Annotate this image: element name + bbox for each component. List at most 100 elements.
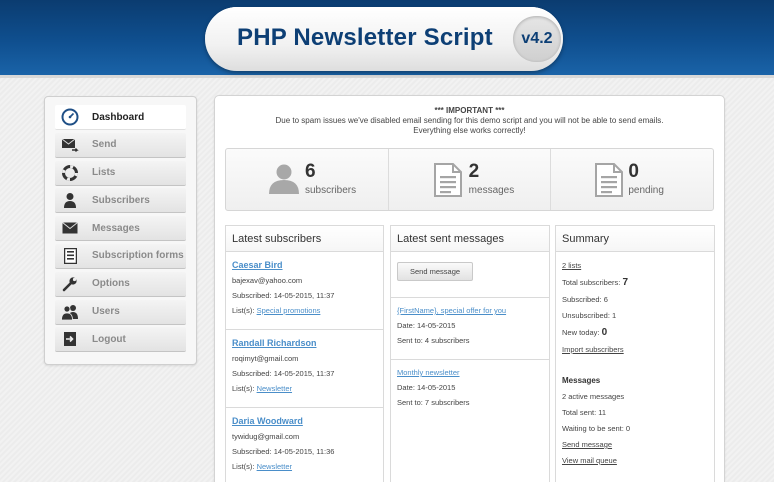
sidebar-item-label: Options	[92, 278, 130, 290]
sidebar-item-label: Lists	[92, 167, 116, 179]
sidebar-item-options[interactable]: Options	[55, 271, 186, 297]
list-link[interactable]: Newsletter	[257, 384, 292, 393]
stat-messages[interactable]: 2 messages	[389, 149, 552, 210]
lifebuoy-icon	[55, 160, 85, 185]
notice-line: Due to spam issues we've disabled email …	[275, 116, 664, 125]
sidebar: Dashboard Send Lists Subscribers Message…	[44, 96, 197, 365]
sidebar-item-users[interactable]: Users	[55, 299, 186, 325]
notice-title: *** IMPORTANT ***	[434, 106, 505, 115]
subscriber-lists: List(s): Special promotions	[232, 306, 377, 315]
summary-panel: Summary 2 lists Total subscribers: 7 Sub…	[555, 225, 715, 482]
panel-title: Summary	[556, 226, 714, 252]
sidebar-item-subscription-forms[interactable]: Subscription forms	[55, 243, 186, 269]
document-icon	[433, 163, 462, 202]
subscribed-date: Subscribed: 14-05-2015, 11:37	[232, 369, 335, 378]
waiting-to-be-sent: Waiting to be sent: 0	[562, 424, 631, 433]
list-link[interactable]: Newsletter	[257, 462, 292, 471]
stat-pending[interactable]: 0 pending	[551, 149, 713, 210]
lists-link[interactable]: 2 lists	[562, 261, 708, 270]
envelope-send-icon	[55, 132, 85, 157]
stat-subscribers[interactable]: 6 subscribers	[226, 149, 389, 210]
subscriber-lists: List(s): Newsletter	[232, 462, 377, 471]
sidebar-item-label: Dashboard	[92, 111, 145, 123]
unsubscribed-count: Unsubscribed: 1	[562, 311, 617, 320]
subscriber-name-link[interactable]: Caesar Bird	[232, 260, 377, 270]
document-icon	[595, 163, 624, 202]
subscribed-count: Subscribed: 6	[562, 295, 608, 304]
message-sent-count: Sent to: 4 subscribers	[397, 336, 470, 345]
sidebar-item-subscribers[interactable]: Subscribers	[55, 188, 186, 214]
subscribed-date: Subscribed: 14-05-2015, 11:37	[232, 291, 335, 300]
lists-label: List(s):	[232, 306, 255, 315]
dashboard-gauge-icon	[55, 105, 85, 130]
main-panel: *** IMPORTANT *** Due to spam issues we'…	[214, 95, 725, 482]
sidebar-item-label: Subscribers	[92, 194, 150, 206]
lists-label: List(s):	[232, 384, 255, 393]
stat-label: pending	[628, 185, 664, 196]
message-date: Date: 14-05-2015	[397, 321, 456, 330]
message-subject-link[interactable]: {FirstName}, special offer for you	[397, 306, 543, 315]
messages-heading: Messages	[562, 376, 601, 385]
notice-line: Everything else works correctly!	[413, 126, 526, 135]
form-icon	[55, 243, 85, 268]
lists-label: List(s):	[232, 462, 255, 471]
list-link[interactable]: Special promotions	[257, 306, 321, 315]
logo[interactable]: PHP Newsletter Script v4.2	[205, 7, 563, 71]
subscribed-date: Subscribed: 14-05-2015, 11:36	[232, 447, 335, 456]
new-today-label: New today:	[562, 328, 600, 337]
logout-icon	[55, 327, 85, 352]
sidebar-item-label: Subscription forms	[92, 250, 184, 262]
list-item: Monthly newsletter Date: 14-05-2015 Sent…	[391, 360, 549, 407]
sidebar-item-dashboard[interactable]: Dashboard	[55, 105, 186, 130]
subscriber-lists: List(s): Newsletter	[232, 384, 377, 393]
message-subject-link[interactable]: Monthly newsletter	[397, 368, 543, 377]
subscriber-name-link[interactable]: Daria Woodward	[232, 416, 377, 426]
panel-title: Latest sent messages	[391, 226, 549, 252]
wrench-icon	[55, 271, 85, 296]
send-message-link[interactable]: Send message	[562, 440, 708, 449]
sidebar-item-label: Users	[92, 306, 120, 318]
message-date: Date: 14-05-2015	[397, 383, 456, 392]
new-today-value: 0	[601, 327, 608, 338]
message-sent-count: Sent to: 7 subscribers	[397, 398, 470, 407]
total-sent: Total sent: 11	[562, 408, 607, 417]
sidebar-item-messages[interactable]: Messages	[55, 216, 186, 242]
total-subscribers-label: Total subscribers:	[562, 278, 621, 287]
list-item: Randall Richardson roqimyt@gmail.com Sub…	[226, 330, 383, 408]
stat-value: 0	[628, 161, 639, 182]
latest-messages-panel: Latest sent messages Send message {First…	[390, 225, 550, 482]
new-today: New today: 0	[562, 327, 708, 338]
stat-label: subscribers	[305, 185, 357, 196]
panel-title: Latest subscribers	[226, 226, 383, 252]
sidebar-item-lists[interactable]: Lists	[55, 160, 186, 186]
envelope-icon	[55, 216, 85, 241]
stats-bar: 6 subscribers 2 messages 0 pending	[225, 148, 714, 211]
header-bar: PHP Newsletter Script v4.2	[0, 0, 774, 78]
view-mail-queue-link[interactable]: View mail queue	[562, 456, 708, 465]
stat-value: 2	[468, 161, 480, 182]
total-subscribers: Total subscribers: 7	[562, 277, 708, 288]
person-icon	[55, 188, 85, 213]
list-item: Daria Woodward tywidug@gmail.com Subscri…	[226, 408, 383, 482]
subscriber-email: tywidug@gmail.com	[232, 432, 300, 441]
stat-value: 6	[305, 161, 316, 182]
sidebar-item-send[interactable]: Send	[55, 132, 186, 158]
sidebar-item-logout[interactable]: Logout	[55, 327, 186, 353]
active-messages: 2 active messages	[562, 392, 625, 401]
send-message-button[interactable]: Send message	[397, 262, 474, 281]
summary-body: 2 lists Total subscribers: 7 Subscribed:…	[556, 252, 714, 465]
stat-label: messages	[468, 185, 515, 196]
import-subscribers-link[interactable]: Import subscribers	[562, 345, 708, 354]
list-item: {FirstName}, special offer for you Date:…	[391, 298, 549, 360]
person-icon	[268, 164, 300, 199]
latest-subscribers-panel: Latest subscribers Caesar Bird bajexav@y…	[225, 225, 384, 482]
subscriber-name-link[interactable]: Randall Richardson	[232, 338, 377, 348]
list-item: Caesar Bird bajexav@yahoo.com Subscribed…	[226, 252, 383, 330]
sidebar-item-label: Logout	[92, 333, 126, 345]
sidebar-item-label: Send	[92, 139, 117, 151]
version-badge: v4.2	[513, 16, 561, 62]
app-title: PHP Newsletter Script	[237, 24, 493, 51]
subscriber-email: roqimyt@gmail.com	[232, 354, 299, 363]
sidebar-item-label: Messages	[92, 222, 140, 234]
send-message-area: Send message	[391, 252, 549, 298]
